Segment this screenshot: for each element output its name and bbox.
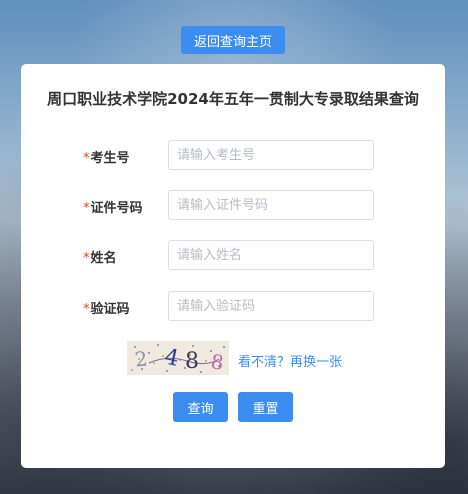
field-row-id-number: *证件号码	[21, 190, 445, 220]
query-card: 周口职业技术学院2024年五年一贯制大专录取结果查询 *考生号 *证件号码 *姓…	[21, 64, 445, 468]
field-label-text: 考生号	[90, 151, 130, 166]
back-home-button[interactable]: 返回查询主页	[181, 26, 285, 54]
captcha-char-3: 8	[185, 349, 199, 374]
required-mark: *	[83, 151, 90, 166]
field-label: *验证码	[83, 298, 130, 317]
reset-button[interactable]: 重置	[238, 392, 293, 422]
query-button[interactable]: 查询	[173, 392, 228, 422]
field-label-text: 证件号码	[90, 201, 143, 216]
field-label-text: 姓名	[90, 251, 117, 266]
captcha-input[interactable]	[168, 291, 374, 321]
required-mark: *	[83, 251, 90, 266]
field-label: *姓名	[83, 247, 117, 266]
field-label: *考生号	[83, 147, 130, 166]
field-label-text: 验证码	[90, 302, 130, 317]
captcha-char-1: 2	[134, 346, 149, 371]
captcha-char-2: 4	[162, 345, 181, 372]
required-mark: *	[83, 302, 90, 317]
id-number-input[interactable]	[168, 190, 374, 220]
field-row-exam-number: *考生号	[21, 140, 445, 170]
captcha-char-4: 8	[209, 349, 225, 375]
required-mark: *	[83, 201, 90, 216]
field-row-name: *姓名	[21, 240, 445, 270]
captcha-refresh-link[interactable]: 看不清？再换一张	[238, 351, 342, 370]
captcha-noise: 2 4 8 8	[131, 344, 225, 375]
name-input[interactable]	[168, 240, 374, 270]
captcha-image[interactable]: 2 4 8 8	[127, 341, 229, 375]
exam-number-input[interactable]	[168, 140, 374, 170]
page-title: 周口职业技术学院2024年五年一贯制大专录取结果查询	[47, 90, 419, 108]
field-label: *证件号码	[83, 197, 143, 216]
field-row-captcha: *验证码	[21, 291, 445, 321]
